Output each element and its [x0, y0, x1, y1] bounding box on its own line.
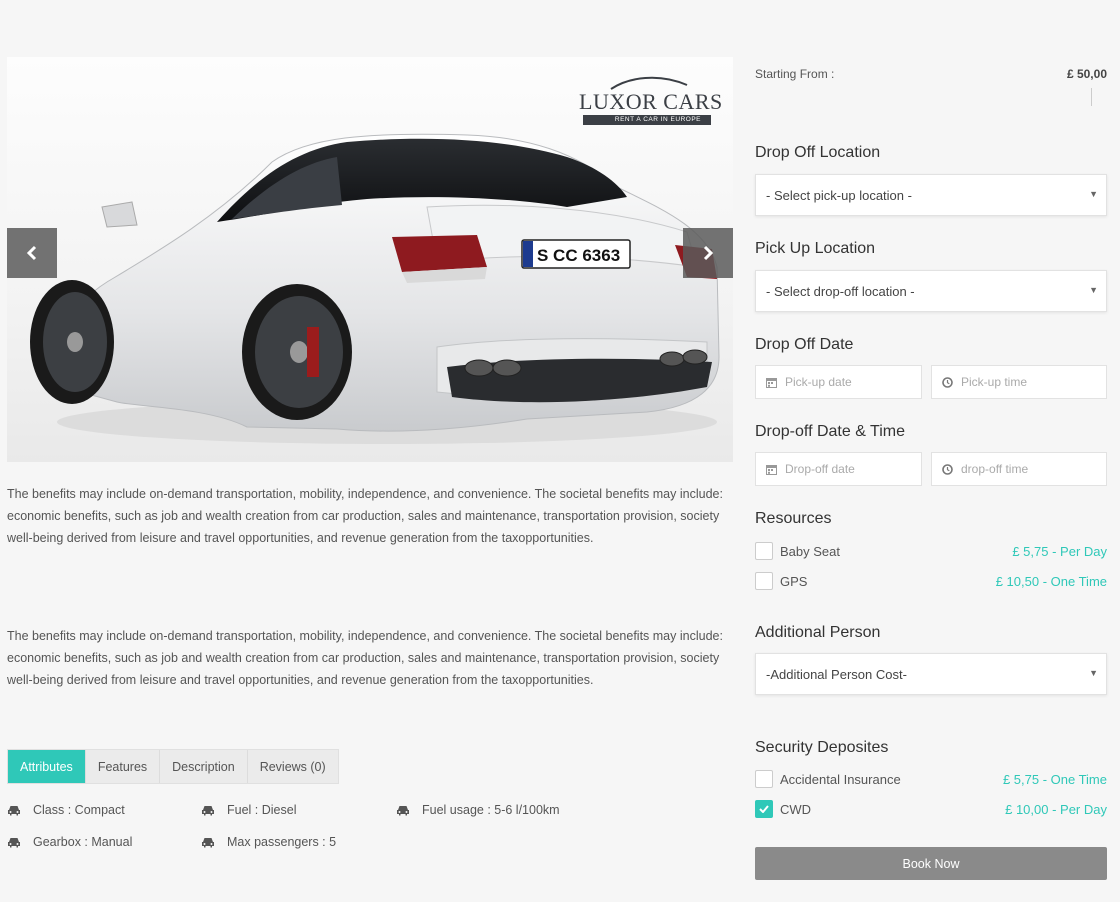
clock-icon — [942, 463, 953, 475]
tab-reviews[interactable]: Reviews (0) — [248, 750, 338, 783]
resource-price: £ 10,50 - One Time — [995, 573, 1107, 589]
cwd-checkbox[interactable] — [755, 800, 773, 818]
car-icon — [202, 806, 214, 816]
drop-off-datetime-heading: Drop-off Date & Time — [755, 423, 905, 440]
description-paragraph: The benefits may include on-demand trans… — [7, 487, 723, 545]
attribute-item: Fuel usage : 5-6 l/100km — [396, 803, 560, 817]
tab-description[interactable]: Description — [160, 750, 248, 783]
pickup-date-field[interactable]: Pick-up date — [755, 365, 922, 399]
select-value: -Additional Person Cost- — [766, 666, 907, 682]
logo-text: LUXOR CARS — [579, 89, 723, 114]
chevron-left-icon — [26, 245, 37, 261]
security-deposits-heading: Security Deposites — [755, 739, 889, 756]
security-price: £ 10,00 - Per Day — [1005, 801, 1107, 817]
starting-from-label: Starting From : — [755, 67, 835, 81]
book-now-button[interactable]: Book Now — [755, 847, 1107, 880]
field-placeholder: Pick-up time — [961, 375, 1028, 389]
resources-heading: Resources — [755, 510, 832, 527]
logo-tagline: RENT A CAR IN EUROPE — [583, 115, 711, 125]
car-image-slider: S CC 6363 LUXOR CARS RENT A CAR IN EUROP… — [7, 57, 733, 462]
security-label: CWD — [780, 801, 812, 817]
tab-features[interactable]: Features — [86, 750, 161, 783]
field-placeholder: drop-off time — [961, 462, 1029, 476]
description-paragraph: The benefits may include on-demand trans… — [7, 629, 723, 687]
attribute-label: Class : Compact — [33, 803, 125, 817]
drop-off-location-select[interactable]: - Select pick-up location - ▼ — [755, 174, 1107, 216]
resource-baby-seat: Baby Seat £ 5,75 - Per Day — [755, 541, 1107, 561]
resource-label: GPS — [780, 573, 808, 589]
attribute-label: Max passengers : 5 — [227, 835, 337, 849]
accidental-insurance-checkbox[interactable] — [755, 770, 773, 788]
calendar-icon — [766, 377, 777, 388]
drop-off-date-heading: Drop Off Date — [755, 336, 854, 353]
field-placeholder: Drop-off date — [785, 462, 855, 476]
additional-person-heading: Additional Person — [755, 624, 881, 641]
slider-prev-button[interactable] — [7, 228, 57, 278]
attribute-label: Fuel usage : 5-6 l/100km — [422, 803, 560, 817]
slider-next-button[interactable] — [683, 228, 733, 278]
security-cwd: CWD £ 10,00 - Per Day — [755, 799, 1107, 819]
attribute-item: Class : Compact — [7, 803, 125, 817]
license-plate-text: S CC 6363 — [537, 246, 620, 265]
additional-person-select[interactable]: -Additional Person Cost- ▼ — [755, 653, 1107, 695]
car-icon — [8, 838, 20, 848]
dropoff-date-field[interactable]: Drop-off date — [755, 452, 922, 486]
chevron-right-icon — [703, 245, 714, 261]
resource-price: £ 5,75 - Per Day — [1012, 543, 1107, 559]
attribute-item: Max passengers : 5 — [201, 835, 336, 849]
attribute-label: Fuel : Diesel — [227, 803, 297, 817]
security-accidental-insurance: Accidental Insurance £ 5,75 - One Time — [755, 769, 1107, 789]
caret-down-icon: ▼ — [1089, 668, 1098, 678]
field-placeholder: Pick-up date — [785, 375, 852, 389]
tab-attributes[interactable]: Attributes — [8, 750, 86, 783]
security-label: Accidental Insurance — [780, 771, 901, 787]
gps-checkbox[interactable] — [755, 572, 773, 590]
brand-logo: LUXOR CARS RENT A CAR IN EUROPE — [579, 75, 722, 125]
caret-down-icon: ▼ — [1089, 189, 1098, 199]
car-icon — [397, 806, 409, 816]
attribute-label: Gearbox : Manual — [33, 835, 133, 849]
security-price: £ 5,75 - One Time — [1002, 771, 1107, 787]
caret-down-icon: ▼ — [1089, 285, 1098, 295]
car-icon — [202, 838, 214, 848]
checkmark-icon — [759, 805, 769, 813]
divider — [1091, 88, 1092, 106]
calendar-icon — [766, 464, 777, 475]
pick-up-location-heading: Pick Up Location — [755, 240, 876, 257]
resource-label: Baby Seat — [780, 543, 840, 559]
clock-icon — [942, 376, 953, 388]
car-icon — [8, 806, 20, 816]
select-value: - Select drop-off location - — [766, 283, 915, 299]
product-tabs: Attributes Features Description Reviews … — [7, 749, 339, 784]
drop-off-location-heading: Drop Off Location — [755, 144, 881, 161]
select-value: - Select pick-up location - — [766, 187, 912, 203]
resource-gps: GPS £ 10,50 - One Time — [755, 571, 1107, 591]
pickup-time-field[interactable]: Pick-up time — [931, 365, 1107, 399]
attribute-item: Fuel : Diesel — [201, 803, 296, 817]
baby-seat-checkbox[interactable] — [755, 542, 773, 560]
pick-up-location-select[interactable]: - Select drop-off location - ▼ — [755, 270, 1107, 312]
dropoff-time-field[interactable]: drop-off time — [931, 452, 1107, 486]
starting-price: £ 50,00 — [1066, 67, 1107, 81]
attribute-item: Gearbox : Manual — [7, 835, 132, 849]
